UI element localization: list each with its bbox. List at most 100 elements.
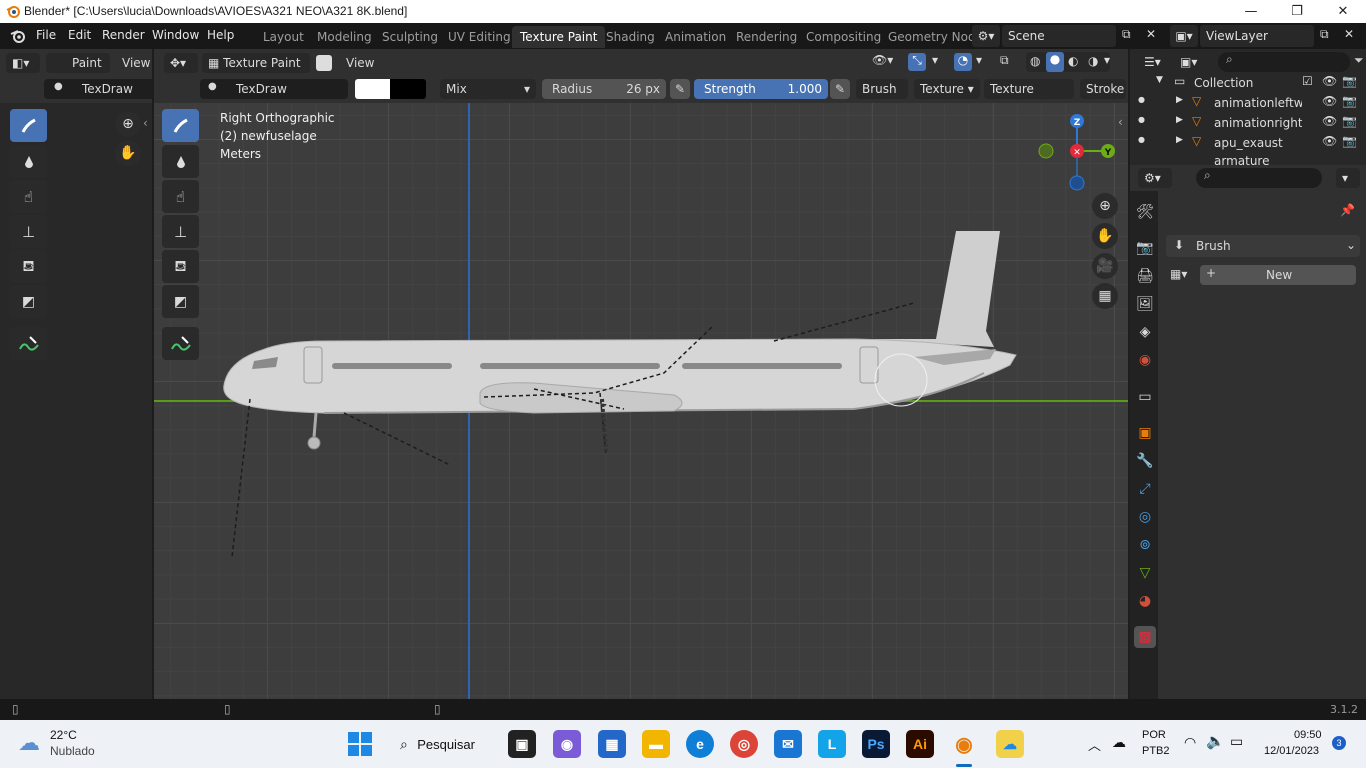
- mask-tool-button[interactable]: ◩: [10, 285, 47, 318]
- scene-tab-icon[interactable]: ◈: [1134, 321, 1156, 343]
- minimize-button[interactable]: —: [1228, 0, 1274, 23]
- tab-layout[interactable]: Layout: [255, 26, 312, 48]
- maximize-button[interactable]: ❐: [1274, 0, 1320, 23]
- viewport-draw-tool[interactable]: [162, 109, 199, 142]
- 3d-viewport[interactable]: Right Orthographic (2) newfuselage Meter…: [154, 103, 1128, 699]
- edge-browser-icon[interactable]: e: [686, 730, 714, 758]
- expand-arrow-icon[interactable]: ▶: [1176, 135, 1183, 145]
- viewport-clone-tool[interactable]: ⊥: [162, 215, 199, 248]
- collection-tab-icon[interactable]: ▭: [1134, 386, 1156, 408]
- tool-tab-icon[interactable]: 🛠: [1134, 201, 1156, 223]
- file-explorer-icon[interactable]: ▬: [642, 730, 670, 758]
- paint-mask-toggle[interactable]: [316, 55, 332, 71]
- soften-tool-button[interactable]: [10, 145, 47, 178]
- blender-taskbar-icon[interactable]: ◉: [950, 730, 978, 758]
- onedrive-folder-icon[interactable]: ☁: [996, 730, 1024, 758]
- visibility-eye-icon[interactable]: 👁: [1322, 74, 1337, 88]
- viewport-view-menu[interactable]: View: [346, 56, 374, 70]
- primary-color-swatch[interactable]: [355, 79, 390, 99]
- menu-help[interactable]: Help: [207, 28, 234, 42]
- modifier-wrench-icon[interactable]: 🔧: [1134, 450, 1156, 472]
- visibility-eye-icon[interactable]: 👁: [1322, 94, 1337, 108]
- viewlayer-copy-icon[interactable]: ⧉: [1320, 27, 1329, 42]
- menu-edit[interactable]: Edit: [68, 28, 91, 42]
- shading-dropdown[interactable]: ▾: [1104, 53, 1110, 67]
- outliner-display-mode[interactable]: ▣▾: [1174, 52, 1208, 72]
- tab-sculpting[interactable]: Sculpting: [374, 26, 446, 48]
- scene-name-field[interactable]: Scene: [1002, 25, 1116, 47]
- particles-tab-icon[interactable]: ⤢: [1134, 478, 1156, 500]
- smear-tool-button[interactable]: ☝: [10, 180, 47, 213]
- viewport-mask-tool[interactable]: ◩: [162, 285, 199, 318]
- neg-z-axis-handle[interactable]: [1069, 175, 1085, 191]
- new-brush-button[interactable]: + New: [1200, 265, 1356, 285]
- clock-time[interactable]: 09:50: [1294, 729, 1322, 741]
- wireframe-shading-icon[interactable]: ◍: [1030, 54, 1040, 68]
- viewport-pan-icon[interactable]: ✋: [1092, 223, 1118, 249]
- language-label[interactable]: POR: [1142, 729, 1166, 741]
- texture-mask-menu[interactable]: Texture Mask ▾: [984, 79, 1074, 116]
- keyboard-layout-label[interactable]: PTB2: [1142, 745, 1170, 757]
- gizmo-toggle[interactable]: ⤡: [908, 53, 926, 71]
- onedrive-cloud-icon[interactable]: ☁: [1112, 734, 1126, 751]
- tab-compositing[interactable]: Compositing: [798, 26, 889, 48]
- checkbox-icon[interactable]: ☑: [1302, 74, 1313, 88]
- outliner-row[interactable]: ● ▶ ▽ apu_exaust 👁 📷: [1130, 133, 1366, 153]
- neg-y-axis-handle[interactable]: [1038, 143, 1054, 159]
- brush-panel-header[interactable]: ⬇ Brush ⌄: [1166, 235, 1360, 257]
- scene-browse-button[interactable]: ⚙▾: [972, 25, 1000, 47]
- sidebar-toggle-chevron[interactable]: ‹: [1118, 115, 1123, 129]
- texture-tab-icon[interactable]: ▩: [1134, 626, 1156, 648]
- tab-modeling[interactable]: Modeling: [309, 26, 380, 48]
- viewport-annotate-tool[interactable]: [162, 327, 199, 360]
- store-icon[interactable]: ▦: [598, 730, 626, 758]
- object-tab-icon[interactable]: ▣: [1134, 422, 1156, 444]
- render-camera-icon[interactable]: 📷: [1342, 134, 1357, 148]
- xray-toggle[interactable]: ⧉: [1000, 53, 1009, 68]
- radius-slider[interactable]: Radius 26 px: [542, 79, 666, 99]
- viewport-zoom-icon[interactable]: ⊕: [1092, 193, 1118, 219]
- texture-browse-button[interactable]: ▦▾: [1170, 267, 1200, 283]
- collapse-chevron-icon[interactable]: ‹: [143, 116, 148, 130]
- notification-badge[interactable]: 3: [1332, 736, 1346, 750]
- navigation-gizmo[interactable]: Z Y ✕: [1032, 111, 1122, 201]
- clock-date[interactable]: 12/01/2023: [1264, 745, 1319, 757]
- taskbar-search-button[interactable]: ⌕ Pesquisar: [400, 730, 488, 758]
- world-tab-icon[interactable]: ◉: [1134, 349, 1156, 371]
- mail-icon[interactable]: ✉: [774, 730, 802, 758]
- properties-editor-type[interactable]: ⚙▾: [1138, 168, 1172, 188]
- camera-icon[interactable]: 🎥: [1092, 253, 1118, 279]
- output-tab-icon[interactable]: 🖨: [1134, 265, 1156, 287]
- blender-menu-icon[interactable]: [10, 28, 26, 44]
- volume-icon[interactable]: 🔈: [1206, 732, 1225, 750]
- physics-tab-icon[interactable]: ◎: [1134, 506, 1156, 528]
- rendered-shading-icon[interactable]: ◑: [1088, 54, 1098, 68]
- illustrator-icon[interactable]: Ai: [906, 730, 934, 758]
- viewport-editor-type-button[interactable]: ✥▾: [164, 53, 198, 73]
- render-camera-icon[interactable]: 📷: [1342, 114, 1357, 128]
- outliner-editor-type[interactable]: ☰▾: [1138, 52, 1168, 72]
- solid-shading-icon[interactable]: ●: [1046, 52, 1064, 72]
- weather-cloud-icon[interactable]: ☁: [18, 730, 40, 756]
- constraints-tab-icon[interactable]: ⊚: [1134, 534, 1156, 556]
- render-camera-icon[interactable]: 📷: [1342, 94, 1357, 108]
- strength-slider[interactable]: Strength 1.000: [694, 79, 828, 99]
- properties-options[interactable]: ▾: [1336, 168, 1360, 188]
- pin-icon[interactable]: 📌: [1340, 203, 1355, 217]
- blend-mode-select[interactable]: Mix ▾: [440, 79, 536, 99]
- expand-arrow-icon[interactable]: ▼: [1156, 75, 1163, 85]
- visibility-eye-icon[interactable]: 👁: [1322, 114, 1337, 128]
- tab-shading[interactable]: Shading: [598, 26, 663, 48]
- tab-rendering[interactable]: Rendering: [728, 26, 805, 48]
- viewlayer-browse-button[interactable]: ▣▾: [1170, 25, 1198, 47]
- viewlayer-name-field[interactable]: ViewLayer: [1200, 25, 1314, 47]
- aircraft-model[interactable]: [154, 103, 1128, 699]
- viewport-soften-tool[interactable]: [162, 145, 199, 178]
- scene-delete-icon[interactable]: ✕: [1146, 27, 1156, 41]
- draw-tool-button[interactable]: [10, 109, 47, 142]
- chrome-browser-icon[interactable]: ◎: [730, 730, 758, 758]
- menu-render[interactable]: Render: [102, 28, 145, 42]
- outliner-search-field[interactable]: ⌕: [1218, 52, 1350, 72]
- render-camera-icon[interactable]: 📷: [1342, 74, 1357, 88]
- data-tab-icon[interactable]: ▽: [1134, 562, 1156, 584]
